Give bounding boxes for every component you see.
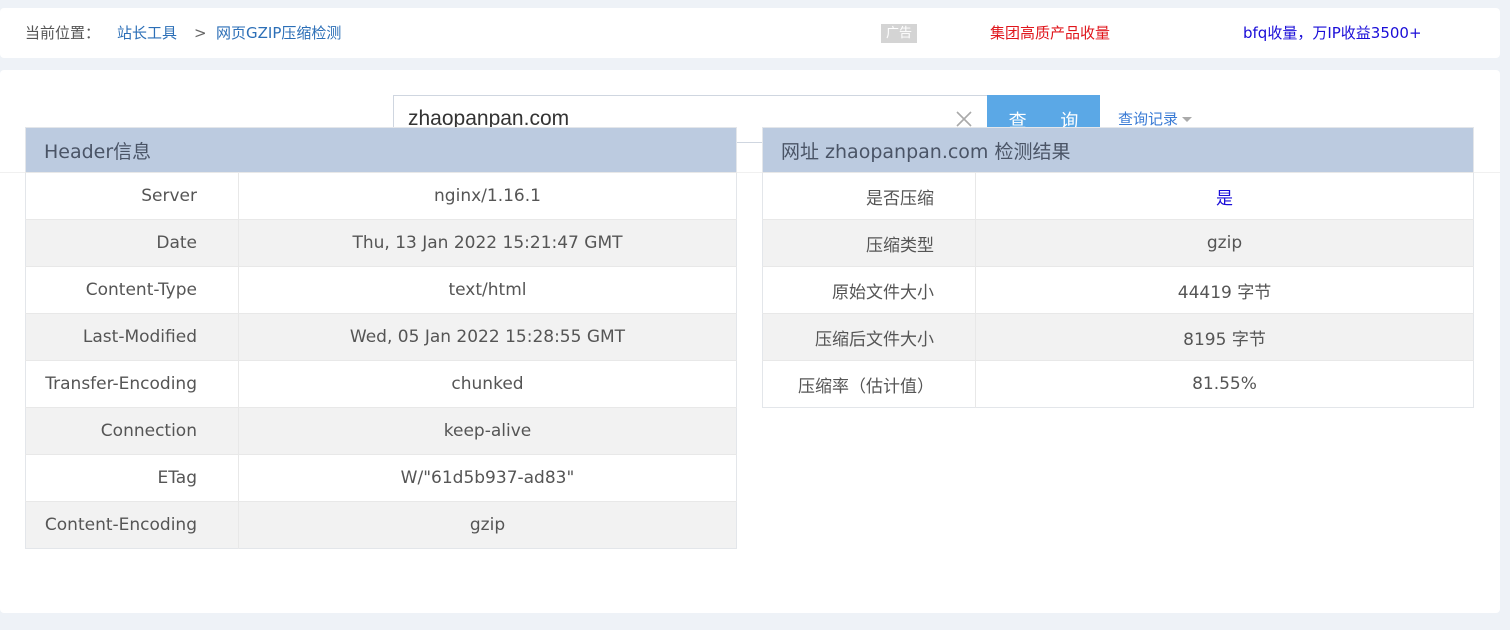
result-key: 压缩后文件大小 — [762, 313, 976, 361]
header-value: nginx/1.16.1 — [238, 172, 737, 220]
breadcrumb-bar: 当前位置： 站长工具 > 网页GZIP压缩检测 广告 集团高质产品收量 bfq收… — [0, 8, 1500, 58]
result-value: 是 — [975, 172, 1474, 220]
result-key: 压缩类型 — [762, 219, 976, 267]
header-key: Connection — [25, 407, 239, 455]
table-row: 压缩类型 gzip — [762, 219, 1474, 267]
table-row: Transfer-Encoding chunked — [25, 360, 737, 408]
header-value: gzip — [238, 501, 737, 549]
ad-link-red[interactable]: 集团高质产品收量 — [990, 8, 1110, 58]
header-key: Transfer-Encoding — [25, 360, 239, 408]
header-value: text/html — [238, 266, 737, 314]
table-row: 是否压缩是 — [762, 172, 1474, 220]
table-row: Content-Type text/html — [25, 266, 737, 314]
result-value: gzip — [975, 219, 1474, 267]
header-value: Wed, 05 Jan 2022 15:28:55 GMT — [238, 313, 737, 361]
breadcrumb-separator: > — [194, 24, 207, 42]
header-key: Last-Modified — [25, 313, 239, 361]
table-row: 原始文件大小 44419 字节 — [762, 266, 1474, 314]
result-key: 原始文件大小 — [762, 266, 976, 314]
result-key: 压缩率（估计值） — [762, 360, 976, 408]
header-key: Server — [25, 172, 239, 220]
header-value: Thu, 13 Jan 2022 15:21:47 GMT — [238, 219, 737, 267]
table-row: 压缩率（估计值） 81.55% — [762, 360, 1474, 408]
header-key: Content-Type — [25, 266, 239, 314]
header-info-table: Header信息 Server nginx/1.16.1 Date Thu, 13 … — [25, 127, 737, 549]
table-row: 压缩后文件大小 8195 字节 — [762, 313, 1474, 361]
table-row: Date Thu, 13 Jan 2022 15:21:47 GMT — [25, 219, 737, 267]
breadcrumb-link-webmaster-tools[interactable]: 站长工具 — [117, 8, 177, 58]
result-table: 网址 zhaopanpan.com 检测结果 是否压缩是 压缩类型 gzip 原始… — [762, 127, 1474, 408]
header-key: Content-Encoding — [25, 501, 239, 549]
result-value: 81.55% — [975, 360, 1474, 408]
ad-link-blue[interactable]: bfq收量，万IP收益3500+ — [1243, 8, 1422, 58]
chevron-down-icon — [1182, 117, 1193, 122]
result-key: 是否压缩 — [762, 172, 976, 220]
header-value: chunked — [238, 360, 737, 408]
result-value: 44419 字节 — [975, 266, 1474, 314]
breadcrumb-link-gzip-check[interactable]: 网页GZIP压缩检测 — [216, 8, 341, 58]
result-value: 8195 字节 — [975, 313, 1474, 361]
table-row: Content-Encoding gzip — [25, 501, 737, 549]
header-key: ETag — [25, 454, 239, 502]
breadcrumb-label: 当前位置： — [25, 24, 101, 42]
table-row: Last-Modified Wed, 05 Jan 2022 15:28:55 G… — [25, 313, 737, 361]
table-row: ETag W/"61d5b937-ad83" — [25, 454, 737, 502]
query-history-dropdown[interactable]: 查询记录 — [1118, 108, 1193, 129]
query-history-label: 查询记录 — [1118, 110, 1179, 128]
table-row: Server nginx/1.16.1 — [25, 172, 737, 220]
header-value: keep-alive — [238, 407, 737, 455]
result-title: 网址 zhaopanpan.com 检测结果 — [762, 127, 1474, 173]
header-key: Date — [25, 219, 239, 267]
header-info-title: Header信息 — [25, 127, 737, 173]
ad-badge: 广告 — [881, 24, 917, 43]
table-row: Connection keep-alive — [25, 407, 737, 455]
header-value: W/"61d5b937-ad83" — [238, 454, 737, 502]
